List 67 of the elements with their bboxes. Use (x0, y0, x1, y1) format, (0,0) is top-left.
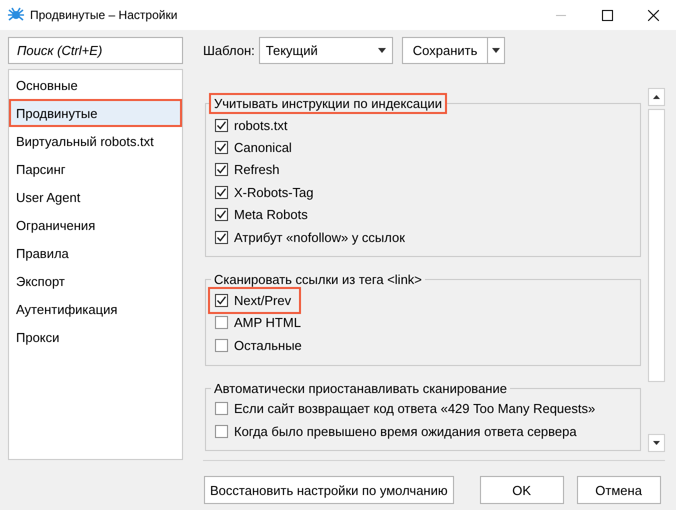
checkbox-option[interactable]: Когда было превышено время ожидания ответа сервера (215, 420, 585, 442)
sidebar-item[interactable]: Виртуальный robots.txt (9, 127, 182, 155)
checkbox-option[interactable]: X-Robots-Tag (215, 181, 322, 204)
checkbox-option[interactable]: AMP HTML (215, 312, 309, 334)
caret-icon (492, 48, 500, 53)
group-title: Автоматически приостанавливать сканирование (213, 380, 508, 396)
checkbox-option[interactable]: Canonical (215, 136, 300, 159)
checkbox[interactable] (215, 338, 228, 352)
checkbox[interactable] (215, 316, 228, 330)
checkbox-option[interactable]: Остальные (215, 334, 310, 357)
sidebar-item[interactable]: Основные (9, 71, 182, 99)
option-label: Если сайт возвращает код ответа «429 Too Many Requests» (234, 401, 596, 416)
option-label: robots.txt (234, 118, 288, 133)
checkbox[interactable] (215, 186, 228, 199)
template-label: Шаблон: (203, 43, 255, 58)
option-label: Canonical (234, 140, 292, 156)
dialog-button[interactable]: Восстановить настройки по умолчанию (204, 476, 454, 504)
checkbox-option[interactable]: Refresh (215, 158, 288, 182)
spider-icon (8, 7, 24, 23)
maximize-icon (602, 10, 612, 20)
option-label: Meta Robots (234, 207, 308, 222)
dialog-button[interactable]: OK (480, 476, 564, 504)
sidebar-item[interactable]: Ограничения (9, 211, 182, 239)
checkbox[interactable] (215, 230, 228, 244)
checkmark-icon (216, 209, 227, 220)
caret-icon (378, 48, 386, 53)
dialog-button[interactable]: Отмена (576, 476, 661, 504)
option-label: Next/Prev (234, 293, 292, 308)
checkmark-icon (216, 142, 227, 154)
checkbox-option[interactable]: Meta Robots (215, 204, 316, 226)
checkmark-icon (216, 164, 227, 176)
option-label: AMP HTML (234, 315, 301, 330)
checkbox[interactable] (215, 118, 228, 132)
sidebar-item[interactable]: Прокси (9, 323, 182, 351)
checkmark-icon (216, 120, 227, 131)
sidebar-item[interactable]: Продвинутые (9, 99, 182, 127)
checkbox-option[interactable]: robots.txt (215, 114, 296, 136)
checkbox-option[interactable]: Атрибут «nofollow» у ссылок (215, 226, 413, 248)
window-title: Продвинутые – Настройки (30, 8, 178, 22)
sidebar-item[interactable]: Аутентификация (9, 295, 182, 323)
option-label: Остальные (234, 338, 302, 353)
checkbox-option[interactable]: Если сайт возвращает код ответа «429 Too Many Requests» (215, 398, 604, 420)
scrollbar[interactable] (648, 88, 665, 452)
group-title: Сканировать ссылки из тега <link> (213, 272, 423, 288)
search-field[interactable]: Поиск (Ctrl+E) (8, 37, 183, 64)
checkbox-option[interactable]: Next/Prev (210, 289, 300, 312)
option-label: Атрибут «nofollow» у ссылок (234, 230, 405, 245)
option-label: X-Robots-Tag (234, 184, 314, 200)
group-title: Учитывать инструкции по индексации (211, 95, 446, 112)
checkmark-icon (216, 232, 227, 243)
minimize-icon (556, 14, 566, 16)
checkmark-icon (216, 295, 227, 306)
sidebar-item[interactable]: Правила (9, 239, 182, 267)
checkbox[interactable] (215, 208, 228, 222)
checkbox[interactable] (215, 424, 228, 438)
sidebar-item[interactable]: User Agent (9, 183, 182, 211)
sidebar-item[interactable]: Парсинг (9, 155, 182, 183)
checkbox[interactable] (215, 141, 228, 154)
close-icon (648, 10, 658, 20)
checkbox[interactable] (215, 294, 228, 308)
sidebar-item[interactable]: Экспорт (9, 267, 182, 295)
option-label: Когда было превышено время ожидания ответа сервера (234, 424, 577, 439)
option-label: Refresh (234, 162, 280, 178)
template-dropdown[interactable]: Текущий (258, 37, 393, 64)
checkbox[interactable] (215, 402, 228, 416)
checkmark-icon (216, 186, 227, 198)
checkbox[interactable] (215, 163, 228, 176)
